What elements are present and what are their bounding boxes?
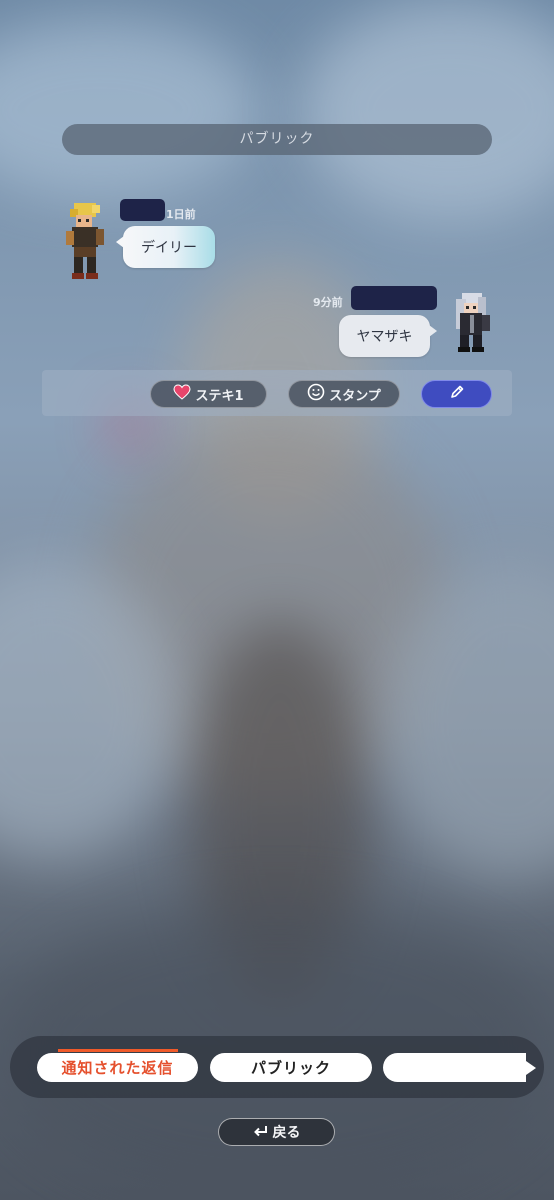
- return-arrow-icon: [253, 1123, 269, 1141]
- back-label: 戻る: [272, 1125, 301, 1141]
- blurred-background: [0, 0, 554, 1200]
- board-title: パブリック: [62, 124, 492, 155]
- scroll-right-arrow-icon[interactable]: [526, 1061, 536, 1075]
- silver-hair-pixel-character-icon[interactable]: [450, 293, 492, 353]
- chat-bubble-yamazaki[interactable]: ヤマザキ: [339, 315, 437, 357]
- post-message: デイリー: [141, 240, 197, 256]
- blonde-pixel-character-icon[interactable]: [66, 203, 106, 281]
- smiley-icon: [307, 383, 325, 405]
- stamp-label: スタンプ: [329, 388, 381, 404]
- active-tab-indicator: [58, 1049, 178, 1052]
- tab-label: パブリック: [250, 1059, 331, 1077]
- heart-icon: [173, 384, 191, 404]
- tab-public[interactable]: パブリック: [210, 1053, 372, 1082]
- edit-button[interactable]: [421, 380, 492, 408]
- post-timestamp: 9分前: [313, 296, 343, 309]
- redacted-username: [120, 199, 165, 221]
- stamp-button[interactable]: スタンプ: [288, 380, 400, 408]
- redacted-username: [351, 286, 437, 310]
- tab-notified-replies[interactable]: 通知された返信: [37, 1053, 198, 1082]
- tab-partial[interactable]: [383, 1053, 526, 1082]
- like-label: ステキ1: [195, 388, 244, 404]
- like-button[interactable]: ステキ1: [150, 380, 267, 408]
- post-message: ヤマザキ: [356, 329, 413, 345]
- pencil-icon: [449, 384, 465, 404]
- chat-bubble-daily[interactable]: デイリー: [116, 226, 215, 268]
- post-timestamp: 1日前: [166, 208, 196, 221]
- back-button[interactable]: 戻る: [218, 1118, 335, 1146]
- tab-label: 通知された返信: [61, 1059, 174, 1077]
